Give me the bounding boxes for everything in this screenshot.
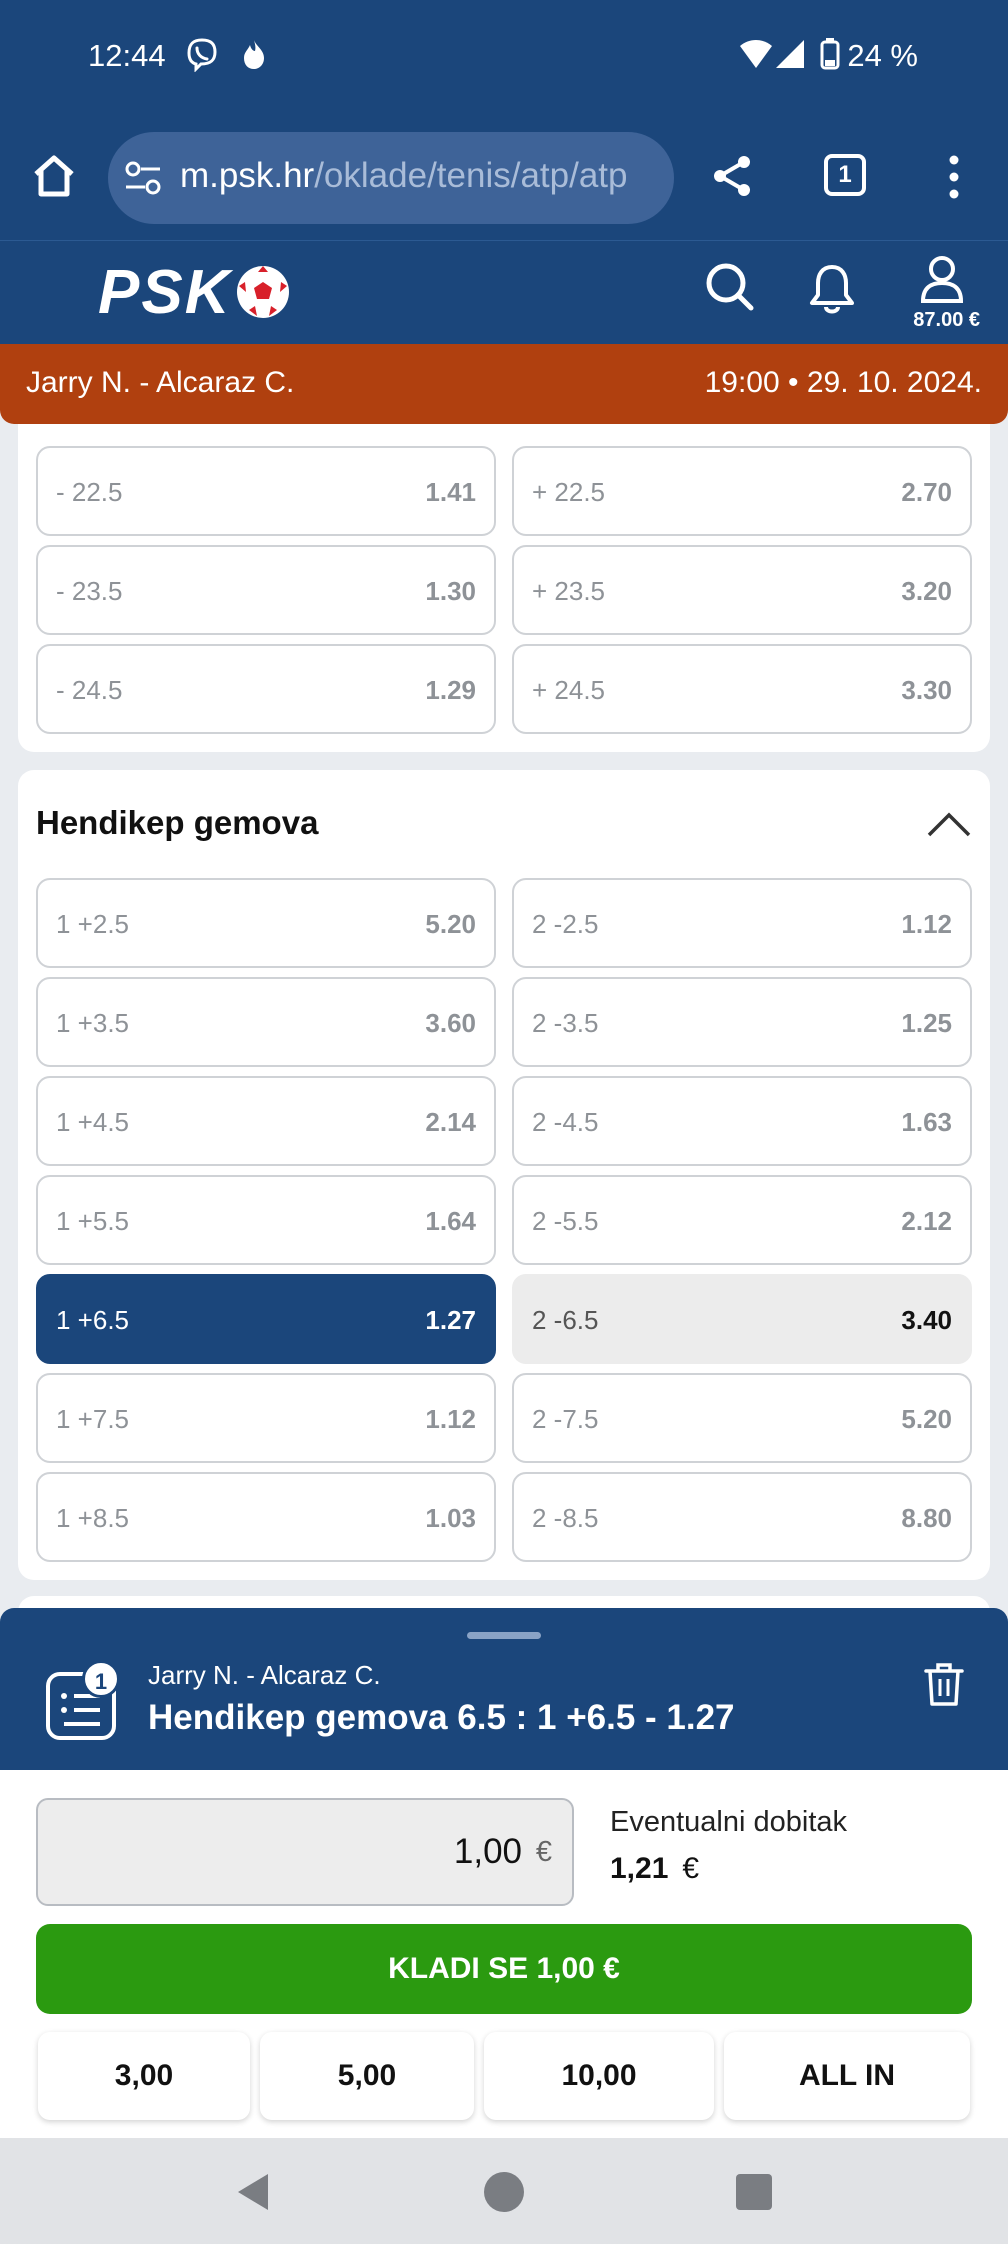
home-icon[interactable]: [30, 152, 78, 200]
all-in-button[interactable]: ALL IN: [724, 2032, 970, 2120]
psk-logo[interactable]: PSK: [98, 258, 291, 327]
stake-input[interactable]: 1,00 €: [36, 1798, 574, 1906]
odds-button[interactable]: 2 -6.5 3.40: [512, 1274, 972, 1364]
odds-button[interactable]: + 22.5 2.70: [512, 446, 972, 536]
odds-button[interactable]: + 24.5 3.30: [512, 644, 972, 734]
place-bet-button[interactable]: KLADI SE 1,00 €: [36, 1924, 972, 2014]
system-nav-bar: [0, 2138, 1008, 2244]
drag-handle[interactable]: [467, 1632, 541, 1639]
match-datetime: 19:00 • 29. 10. 2024.: [704, 366, 982, 399]
address-bar[interactable]: m.psk.hr/oklade/tenis/atp/atp: [108, 132, 674, 224]
battery-level: 24 %: [847, 38, 918, 73]
trash-icon[interactable]: [924, 1662, 964, 1708]
odds-button[interactable]: 1 +4.5 2.14: [36, 1076, 496, 1166]
browser-toolbar: m.psk.hr/oklade/tenis/atp/atp 1: [0, 118, 1008, 240]
bet-count-badge: 1: [82, 1660, 120, 1698]
odds-button[interactable]: - 24.5 1.29: [36, 644, 496, 734]
potential-win-label: Eventualni dobitak: [610, 1806, 847, 1838]
odds-button[interactable]: + 23.5 3.20: [512, 545, 972, 635]
bet-slip-header[interactable]: 1 Jarry N. - Alcaraz C. Hendikep gemova …: [0, 1608, 1008, 1772]
odds-button[interactable]: - 23.5 1.30: [36, 545, 496, 635]
odds-button[interactable]: 2 -4.5 1.63: [512, 1076, 972, 1166]
odds-button[interactable]: 2 -2.5 1.12: [512, 878, 972, 968]
url-text: m.psk.hr/oklade/tenis/atp/atp: [180, 156, 628, 195]
viber-icon: [187, 38, 217, 72]
bet-slip-body: 1,00 € Eventualni dobitak 1,21 € KLADI SE…: [0, 1770, 1008, 2138]
quick-stake-button[interactable]: 3,00: [38, 2032, 250, 2120]
site-settings-icon[interactable]: [124, 160, 162, 196]
account-icon[interactable]: [920, 255, 964, 303]
more-options-icon[interactable]: [936, 152, 972, 202]
fire-icon: [244, 40, 264, 69]
odds-button[interactable]: - 22.5 1.41: [36, 446, 496, 536]
tab-switcher-button[interactable]: 1: [824, 154, 866, 196]
odds-button[interactable]: 1 +2.5 5.20: [36, 878, 496, 968]
clock: 12:44: [88, 38, 166, 73]
market-card-handicap: Hendikep gemova 1 +2.5 5.20 2 -2.5 1.12 …: [18, 770, 990, 1580]
odds-button[interactable]: 1 +8.5 1.03: [36, 1472, 496, 1562]
wifi-icon: [740, 40, 772, 68]
back-icon[interactable]: [232, 2170, 276, 2214]
match-header[interactable]: Jarry N. - Alcaraz C. 19:00 • 29. 10. 20…: [0, 344, 1008, 424]
chevron-up-icon[interactable]: [926, 810, 972, 838]
odds-button[interactable]: 2 -7.5 5.20: [512, 1373, 972, 1463]
slip-selection: Hendikep gemova 6.5 : 1 +6.5 - 1.27: [148, 1698, 735, 1737]
odds-button[interactable]: 1 +5.5 1.64: [36, 1175, 496, 1265]
recents-icon[interactable]: [732, 2170, 776, 2214]
quick-stake-button[interactable]: 5,00: [260, 2032, 474, 2120]
slip-match: Jarry N. - Alcaraz C.: [148, 1660, 381, 1690]
odds-button-selected[interactable]: 1 +6.5 1.27: [36, 1274, 496, 1364]
potential-win-value: 1,21 €: [610, 1852, 700, 1885]
battery-icon: [820, 38, 840, 70]
match-teams: Jarry N. - Alcaraz C.: [26, 366, 295, 399]
market-card-previous: - 22.5 1.41 + 22.5 2.70 - 23.5 1.30 + 23…: [18, 364, 990, 752]
share-icon[interactable]: [708, 152, 756, 200]
signal-icon: [776, 40, 804, 68]
odds-button[interactable]: 1 +3.5 3.60: [36, 977, 496, 1067]
odds-button[interactable]: 2 -5.5 2.12: [512, 1175, 972, 1265]
site-header: PSK 87.00 €: [0, 240, 1008, 344]
odds-button[interactable]: 2 -3.5 1.25: [512, 977, 972, 1067]
search-icon[interactable]: [704, 261, 756, 313]
odds-button[interactable]: 1 +7.5 1.12: [36, 1373, 496, 1463]
market-title[interactable]: Hendikep gemova: [36, 804, 318, 842]
odds-button[interactable]: 2 -8.5 8.80: [512, 1472, 972, 1562]
status-bar: 12:44 24 %: [0, 0, 1008, 118]
football-icon: [237, 266, 290, 318]
notifications-icon[interactable]: [806, 261, 858, 317]
account-balance: 87.00 €: [913, 309, 980, 331]
home-nav-icon[interactable]: [482, 2170, 526, 2214]
quick-stake-button[interactable]: 10,00: [484, 2032, 714, 2120]
